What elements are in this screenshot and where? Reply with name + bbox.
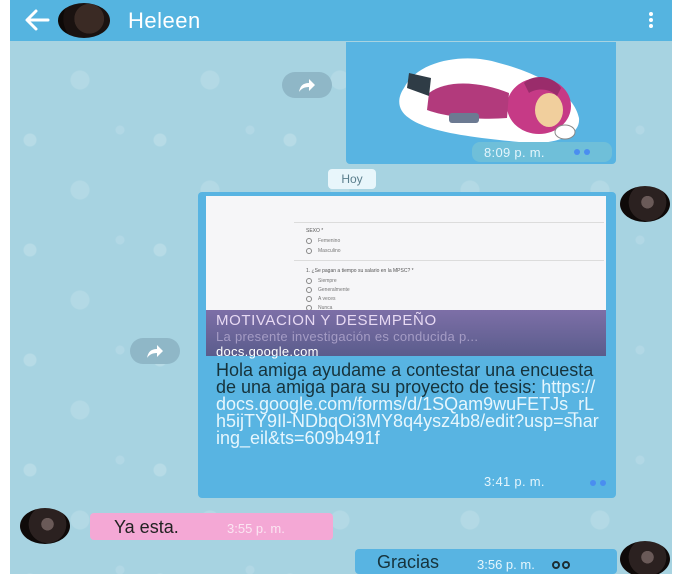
forward-button[interactable] [130,338,180,364]
right-margin [672,0,683,574]
link-preview-domain: docs.google.com [216,344,319,359]
double-tick-icon [574,149,590,155]
link-preview-caption[interactable]: MOTIVACION Y DESEMPEÑO La presente inves… [206,310,606,359]
sticker-time: 8:09 p. m. [484,145,545,160]
double-tick-icon [590,480,606,486]
forward-icon [299,79,315,92]
sender-avatar[interactable] [620,186,670,222]
chat-area[interactable]: Heleen 8:09 p. m. Hoy SEXO * Femenino Ma… [10,0,672,574]
link-message[interactable]: SEXO * Femenino Masculino 1. ¿Se pagan a… [198,192,616,498]
link-preview-title: MOTIVACION Y DESEMPEÑO [216,312,437,329]
message-time: 3:56 p. m. [477,557,535,572]
message-text: Gracias [377,552,440,572]
vertical-dots-icon[interactable] [648,11,654,29]
double-tick-icon [552,561,570,569]
message-text: Ya esta. [114,517,179,537]
left-margin [0,0,10,574]
link-preview-description: La presente investigación es conducida p… [216,329,479,344]
message-text: Hola amiga ayudame a contestar una encue… [216,360,601,447]
incoming-message[interactable]: Ya esta. 3:55 p. m. [90,513,333,540]
outgoing-message[interactable]: Gracias 3:56 p. m. [355,549,617,574]
contact-name[interactable]: Heleen [128,8,201,34]
sticker-message[interactable]: 8:09 p. m. [346,42,616,164]
message-time: 3:55 p. m. [227,521,285,536]
sticker-image[interactable] [389,48,584,148]
link-message-time: 3:41 p. m. [484,474,545,489]
contact-avatar[interactable] [20,508,70,544]
forward-button[interactable] [282,72,332,98]
sticker-meta: 8:09 p. m. [472,142,612,162]
chat-header: Heleen [10,0,672,41]
date-divider: Hoy [328,169,376,189]
contact-avatar[interactable] [58,3,110,38]
forward-icon [147,345,163,358]
sender-avatar[interactable] [620,541,670,574]
arrow-left-icon[interactable] [24,8,50,32]
message-body: Hola amiga ayudame a contestar una encue… [216,360,594,397]
